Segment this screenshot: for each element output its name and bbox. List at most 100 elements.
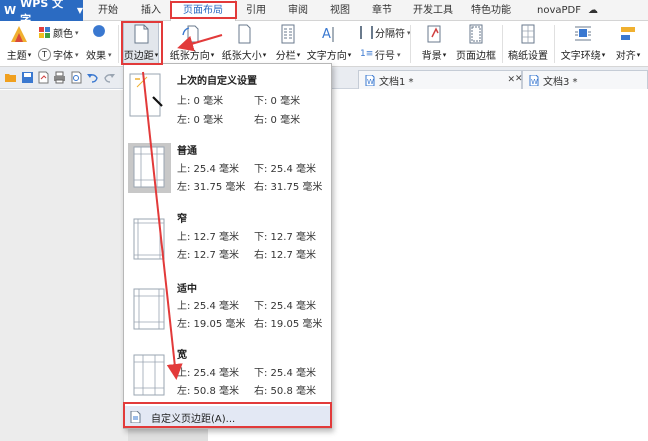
svg-text:W: W (531, 78, 538, 86)
page-thumbnail-icon (133, 146, 165, 188)
menu-tab-bar: W WPS 文字 ▼ 开始 插入 页面布局 引用 审阅 视图 章节 开发工具 特… (0, 0, 648, 26)
ribbon-separator (502, 25, 503, 63)
open-folder-icon[interactable] (4, 71, 17, 84)
grid-paper-icon (521, 24, 535, 44)
export-pdf-icon[interactable] (37, 71, 50, 84)
tab-references[interactable]: 引用 (238, 0, 274, 21)
text-wrap-label: 文字环绕 (560, 51, 601, 62)
preset-left: 左: 31.75 毫米 (177, 182, 246, 193)
annotation-box-margins (121, 21, 163, 65)
undo-icon[interactable] (86, 71, 99, 84)
separator-icon (360, 26, 373, 39)
preset-bottom: 下: 25.4 毫米 (254, 301, 316, 312)
print-preview-icon[interactable] (70, 71, 83, 84)
paper-setup-label: 稿纸设置 (508, 51, 548, 62)
preset-bottom: 下: 25.4 毫米 (254, 164, 316, 175)
page-thumbnail-icon (129, 73, 163, 117)
tab-special-features[interactable]: 特色功能 (466, 0, 516, 21)
preset-right: 右: 19.05 毫米 (254, 319, 323, 330)
preset-right: 右: 31.75 毫米 (254, 182, 323, 193)
tab-developer[interactable]: 开发工具 (408, 0, 458, 21)
close-tab-icon[interactable]: ✕ (507, 75, 515, 85)
preset-name: 上次的自定义设置 (177, 76, 257, 87)
color-button[interactable]: 颜色 ▾ (38, 25, 79, 40)
preset-top: 上: 12.7 毫米 (177, 232, 239, 243)
preset-bottom: 下: 25.4 毫米 (254, 368, 316, 379)
tab-insert[interactable]: 插入 (133, 0, 169, 21)
doc-tab-3[interactable]: W 文档3 * (522, 70, 648, 89)
margin-preset-last-custom[interactable]: 上次的自定义设置 上: 0 毫米 下: 0 毫米 左: 0 毫米 右: 0 毫米 (124, 68, 331, 136)
svg-text:W: W (367, 78, 374, 86)
align-button[interactable]: 对齐 ▾ (612, 23, 644, 62)
save-icon[interactable] (21, 71, 34, 84)
theme-icon (11, 26, 27, 42)
effect-button[interactable]: 效果 ▾ (86, 47, 112, 63)
app-menu-button[interactable]: W WPS 文字 ▼ (0, 0, 83, 26)
text-direction-icon: A (322, 27, 334, 42)
background-button[interactable]: 背景 ▾ (420, 23, 448, 62)
background-label: 背景 (421, 51, 442, 62)
margin-preset-narrow[interactable]: 窄 上: 12.7 毫米 下: 12.7 毫米 左: 12.7 毫米 右: 12… (124, 206, 331, 274)
color-label: 颜色 (53, 29, 73, 40)
paper-setup-button[interactable]: 稿纸设置 (508, 23, 548, 62)
margin-preset-wide[interactable]: 宽 上: 25.4 毫米 下: 25.4 毫米 左: 50.8 毫米 右: 50… (124, 342, 331, 410)
background-icon (427, 25, 441, 43)
redo-icon[interactable] (103, 71, 116, 84)
paper-size-button[interactable]: 纸张大小 ▾ (222, 23, 266, 62)
page-thumbnail-icon (133, 218, 165, 260)
text-direction-button[interactable]: A 文字方向 ▾ (306, 23, 352, 62)
theme-label: 主题 (6, 51, 27, 62)
tab-novapdf[interactable]: novaPDF (534, 0, 584, 21)
preset-right: 右: 50.8 毫米 (254, 386, 316, 397)
align-icon (621, 27, 635, 40)
color-palette-icon (39, 27, 50, 38)
ribbon-separator (410, 25, 411, 63)
preset-top: 上: 25.4 毫米 (177, 301, 239, 312)
line-numbers-button[interactable]: 1≡ 行号 ▾ (360, 47, 401, 62)
paper-size-icon (238, 24, 251, 44)
columns-button[interactable]: 分栏 ▾ (274, 23, 302, 62)
line-numbers-label: 行号 (375, 51, 395, 62)
doc-tab-label: 文档1 * (379, 76, 414, 88)
margins-dropdown-menu: 上次的自定义设置 上: 0 毫米 下: 0 毫米 左: 0 毫米 右: 0 毫米… (123, 63, 332, 429)
ribbon-separator (554, 25, 555, 63)
font-button[interactable]: T 字体 ▾ (38, 47, 79, 62)
preset-bottom: 下: 12.7 毫米 (254, 232, 316, 243)
text-wrap-button[interactable]: 文字环绕 ▾ (560, 23, 606, 62)
paper-size-label: 纸张大小 (221, 51, 262, 62)
shape-effect-button[interactable] (92, 24, 108, 38)
wps-logo-icon: W (4, 4, 17, 17)
preset-name: 宽 (177, 350, 187, 361)
margin-preset-moderate[interactable]: 适中 上: 25.4 毫米 下: 25.4 毫米 左: 19.05 毫米 右: … (124, 276, 331, 344)
page-border-button[interactable]: 页面边框 (456, 23, 496, 62)
tab-review[interactable]: 审阅 (280, 0, 316, 21)
app-window: { "app": { "name": "WPS 文字" }, "menu_tab… (0, 0, 648, 441)
orientation-icon (182, 25, 199, 43)
preset-top: 上: 25.4 毫米 (177, 164, 239, 175)
margin-preset-normal[interactable]: 普通 上: 25.4 毫米 下: 25.4 毫米 左: 31.75 毫米 右: … (124, 138, 331, 206)
document-icon: W (365, 74, 375, 86)
text-direction-label: 文字方向 (306, 51, 347, 62)
page-border-icon (469, 24, 483, 44)
theme-button[interactable]: 主题 ▾ (4, 23, 34, 62)
left-pane (0, 90, 128, 441)
tab-view[interactable]: 视图 (322, 0, 358, 21)
font-icon: T (38, 48, 51, 61)
preset-name: 窄 (177, 214, 187, 225)
preset-name: 普通 (177, 146, 197, 157)
page-border-label: 页面边框 (456, 51, 496, 62)
orientation-button[interactable]: 纸张方向 ▾ (170, 23, 214, 62)
tab-home[interactable]: 开始 (90, 0, 126, 21)
ribbon-separator (118, 25, 119, 63)
separator-button[interactable]: 分隔符 ▾ (360, 25, 411, 40)
preset-top: 上: 25.4 毫米 (177, 368, 239, 379)
close-tab-icon[interactable]: ✕ (515, 74, 523, 84)
chevron-down-icon: ▼ (76, 6, 83, 15)
doc-tab-1[interactable]: W 文档1 * ✕ (358, 70, 522, 89)
tab-chapter[interactable]: 章节 (364, 0, 400, 21)
preset-right: 右: 12.7 毫米 (254, 250, 316, 261)
line-numbers-icon: 1≡ (360, 49, 374, 59)
cloud-icon[interactable]: ☁ (586, 0, 600, 21)
effect-label: 效果 (86, 51, 106, 62)
print-icon[interactable] (53, 71, 66, 84)
